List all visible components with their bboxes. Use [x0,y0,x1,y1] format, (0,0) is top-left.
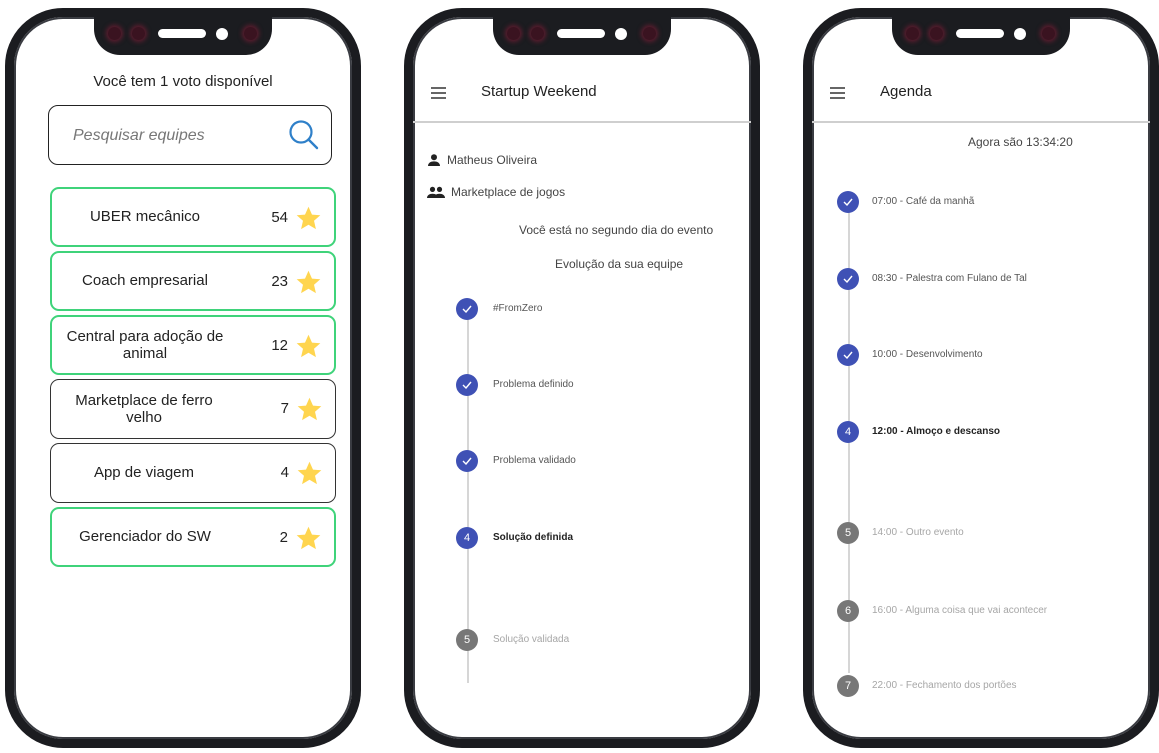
star-icon[interactable] [296,396,323,423]
step-check-icon [837,268,859,290]
phone-agenda: Agenda Agora são 13:34:20 07:00 - Café d… [803,8,1159,748]
vote-count: 54 [271,209,288,226]
user-row: Matheus Oliveira [427,153,537,167]
step-label: Problema definido [493,379,574,390]
step-number: 7 [837,675,859,697]
phone-team: Startup Weekend Matheus Oliveira Marketp… [404,8,760,748]
person-icon [428,154,440,166]
step-check-icon [456,298,478,320]
vote-count: 2 [279,529,288,546]
menu-icon[interactable] [431,87,446,99]
team-card[interactable]: App de viagem 4 [50,443,336,503]
step-label: Solução definida [493,532,574,543]
team-card[interactable]: Gerenciador do SW 2 [50,507,336,567]
step-number: 4 [456,527,478,549]
evolution-title: Evolução da sua equipe [555,257,684,271]
step-check-icon [456,450,478,472]
timeline-line [467,309,469,683]
app-title: Startup Weekend [481,83,597,100]
phone-votes: Você tem 1 voto disponível Pesquisar equ… [5,8,361,748]
star-icon[interactable] [296,460,323,487]
app-header: Startup Weekend [413,17,751,123]
app-header: Agenda [812,17,1150,123]
agenda-item-label: 07:00 - Café da manhã [872,196,975,207]
vote-count: 7 [280,400,289,417]
event-day-text: Você está no segundo dia do evento [519,223,714,237]
step-label: Problema validado [493,455,576,466]
search-teams-input[interactable]: Pesquisar equipes [48,105,332,165]
step-label: #FromZero [493,303,543,314]
step-number: 5 [456,629,478,651]
app-title: Agenda [880,83,932,100]
step-number: 5 [837,522,859,544]
menu-icon[interactable] [830,87,845,99]
search-placeholder: Pesquisar equipes [73,127,205,144]
team-name: Marketplace de jogos [451,185,566,199]
star-icon[interactable] [295,205,322,232]
available-votes-title: Você tem 1 voto disponível [93,73,273,90]
star-icon[interactable] [295,269,322,296]
star-icon[interactable] [295,333,322,360]
team-name: UBER mecânico [89,208,201,226]
team-row: Marketplace de jogos [427,185,565,199]
team-card[interactable]: Coach empresarial 23 [50,251,336,311]
team-card[interactable]: UBER mecânico 54 [50,187,336,247]
team-name: Central para adoção de animal [66,327,224,362]
user-name: Matheus Oliveira [447,153,538,167]
agenda-item-label: 12:00 - Almoço e descanso [872,426,1001,437]
step-number: 6 [837,600,859,622]
team-card[interactable]: Central para adoção de animal 12 [50,315,336,375]
team-name: Gerenciador do SW [79,528,211,546]
agenda-item-label: 16:00 - Alguma coisa que vai acontecer [872,605,1048,616]
vote-count: 23 [271,273,288,290]
vote-count: 4 [280,464,289,481]
team-card[interactable]: Marketplace de ferro velho 7 [50,379,336,439]
step-label: Solução validada [493,634,570,645]
step-check-icon [837,344,859,366]
agenda-item-label: 14:00 - Outro evento [872,527,964,538]
current-time-text: Agora são 13:34:20 [968,135,1073,149]
agenda-item-label: 10:00 - Desenvolvimento [872,349,983,360]
step-check-icon [837,191,859,213]
team-name: App de viagem [93,464,195,482]
group-icon [427,186,445,198]
step-check-icon [456,374,478,396]
agenda-item-label: 22:00 - Fechamento dos portões [872,680,1017,691]
team-name: Marketplace de ferro velho [75,391,213,426]
agenda-item-label: 08:30 - Palestra com Fulano de Tal [872,273,1027,284]
search-icon[interactable] [287,118,321,152]
phone-notch [94,17,272,55]
vote-count: 12 [271,337,288,354]
step-number: 4 [837,421,859,443]
team-name: Coach empresarial [82,272,208,290]
star-icon[interactable] [295,525,322,552]
